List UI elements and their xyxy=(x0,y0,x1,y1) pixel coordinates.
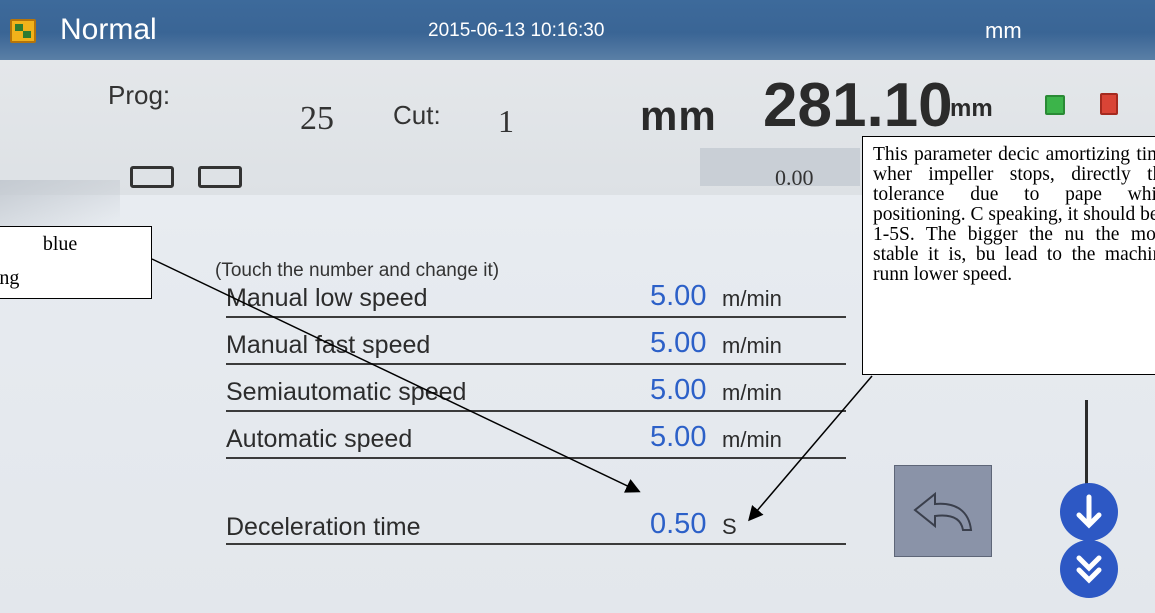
photo-stage: Normal 2015-06-13 10:16:30 mm Prog: 25 C… xyxy=(0,0,1155,613)
arrow-to-deceleration-time xyxy=(748,375,873,522)
arrow-to-semiautomatic-speed xyxy=(151,258,641,493)
annotation-arrows xyxy=(151,258,873,522)
